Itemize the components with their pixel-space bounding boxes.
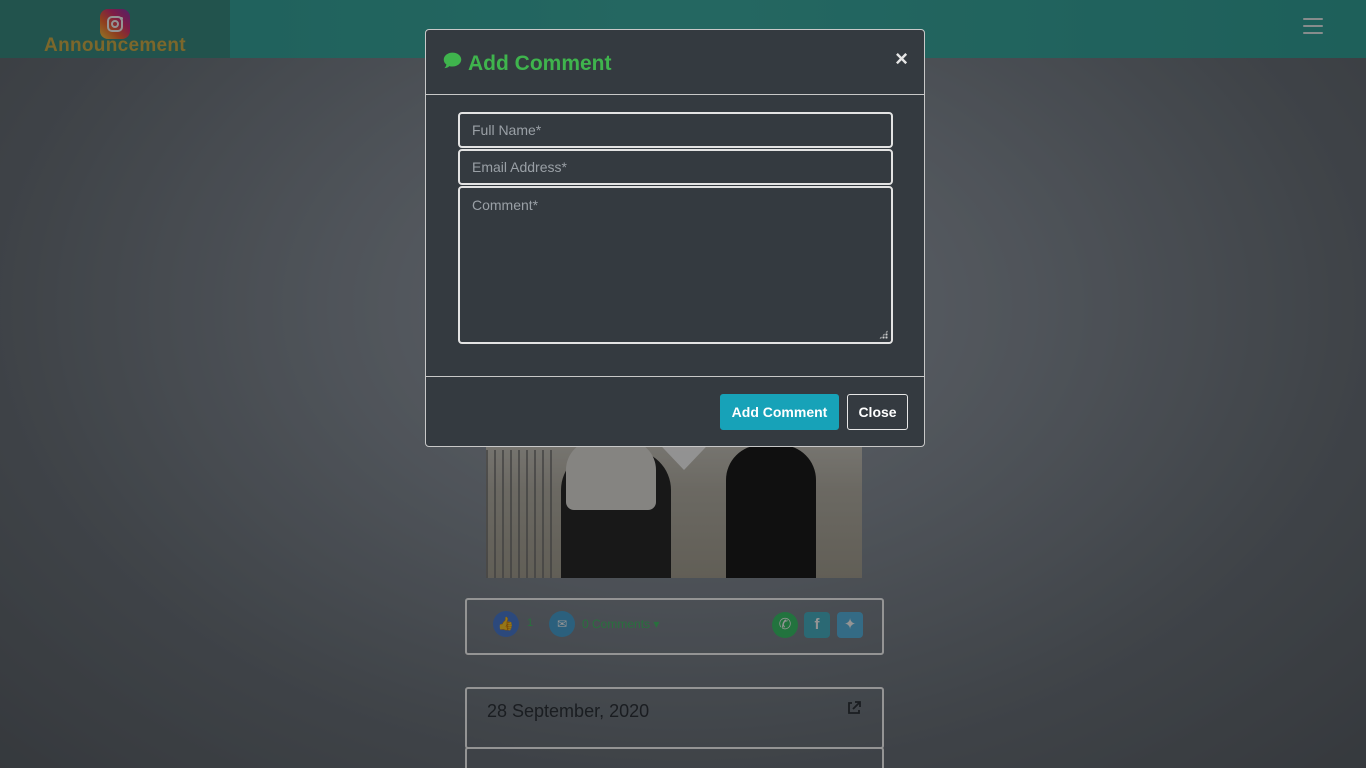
full-name-input[interactable]: Full Name* xyxy=(458,112,893,148)
modal-header: Add Comment × xyxy=(426,30,924,95)
close-button[interactable]: Close xyxy=(847,394,908,430)
modal-footer: Add Comment Close xyxy=(426,376,924,447)
close-icon[interactable]: × xyxy=(895,48,908,70)
comment-icon xyxy=(442,50,463,77)
modal-title: Add Comment xyxy=(442,50,612,77)
comment-placeholder: Comment* xyxy=(472,197,539,213)
add-comment-button[interactable]: Add Comment xyxy=(720,394,839,430)
modal-title-text: Add Comment xyxy=(468,51,612,75)
resize-handle[interactable] xyxy=(879,330,888,339)
add-comment-modal: Add Comment × Full Name* Email Address* … xyxy=(425,29,925,447)
email-input[interactable]: Email Address* xyxy=(458,149,893,185)
comment-textarea[interactable]: Comment* xyxy=(458,186,893,344)
modal-body: Full Name* Email Address* Comment* xyxy=(426,96,924,376)
